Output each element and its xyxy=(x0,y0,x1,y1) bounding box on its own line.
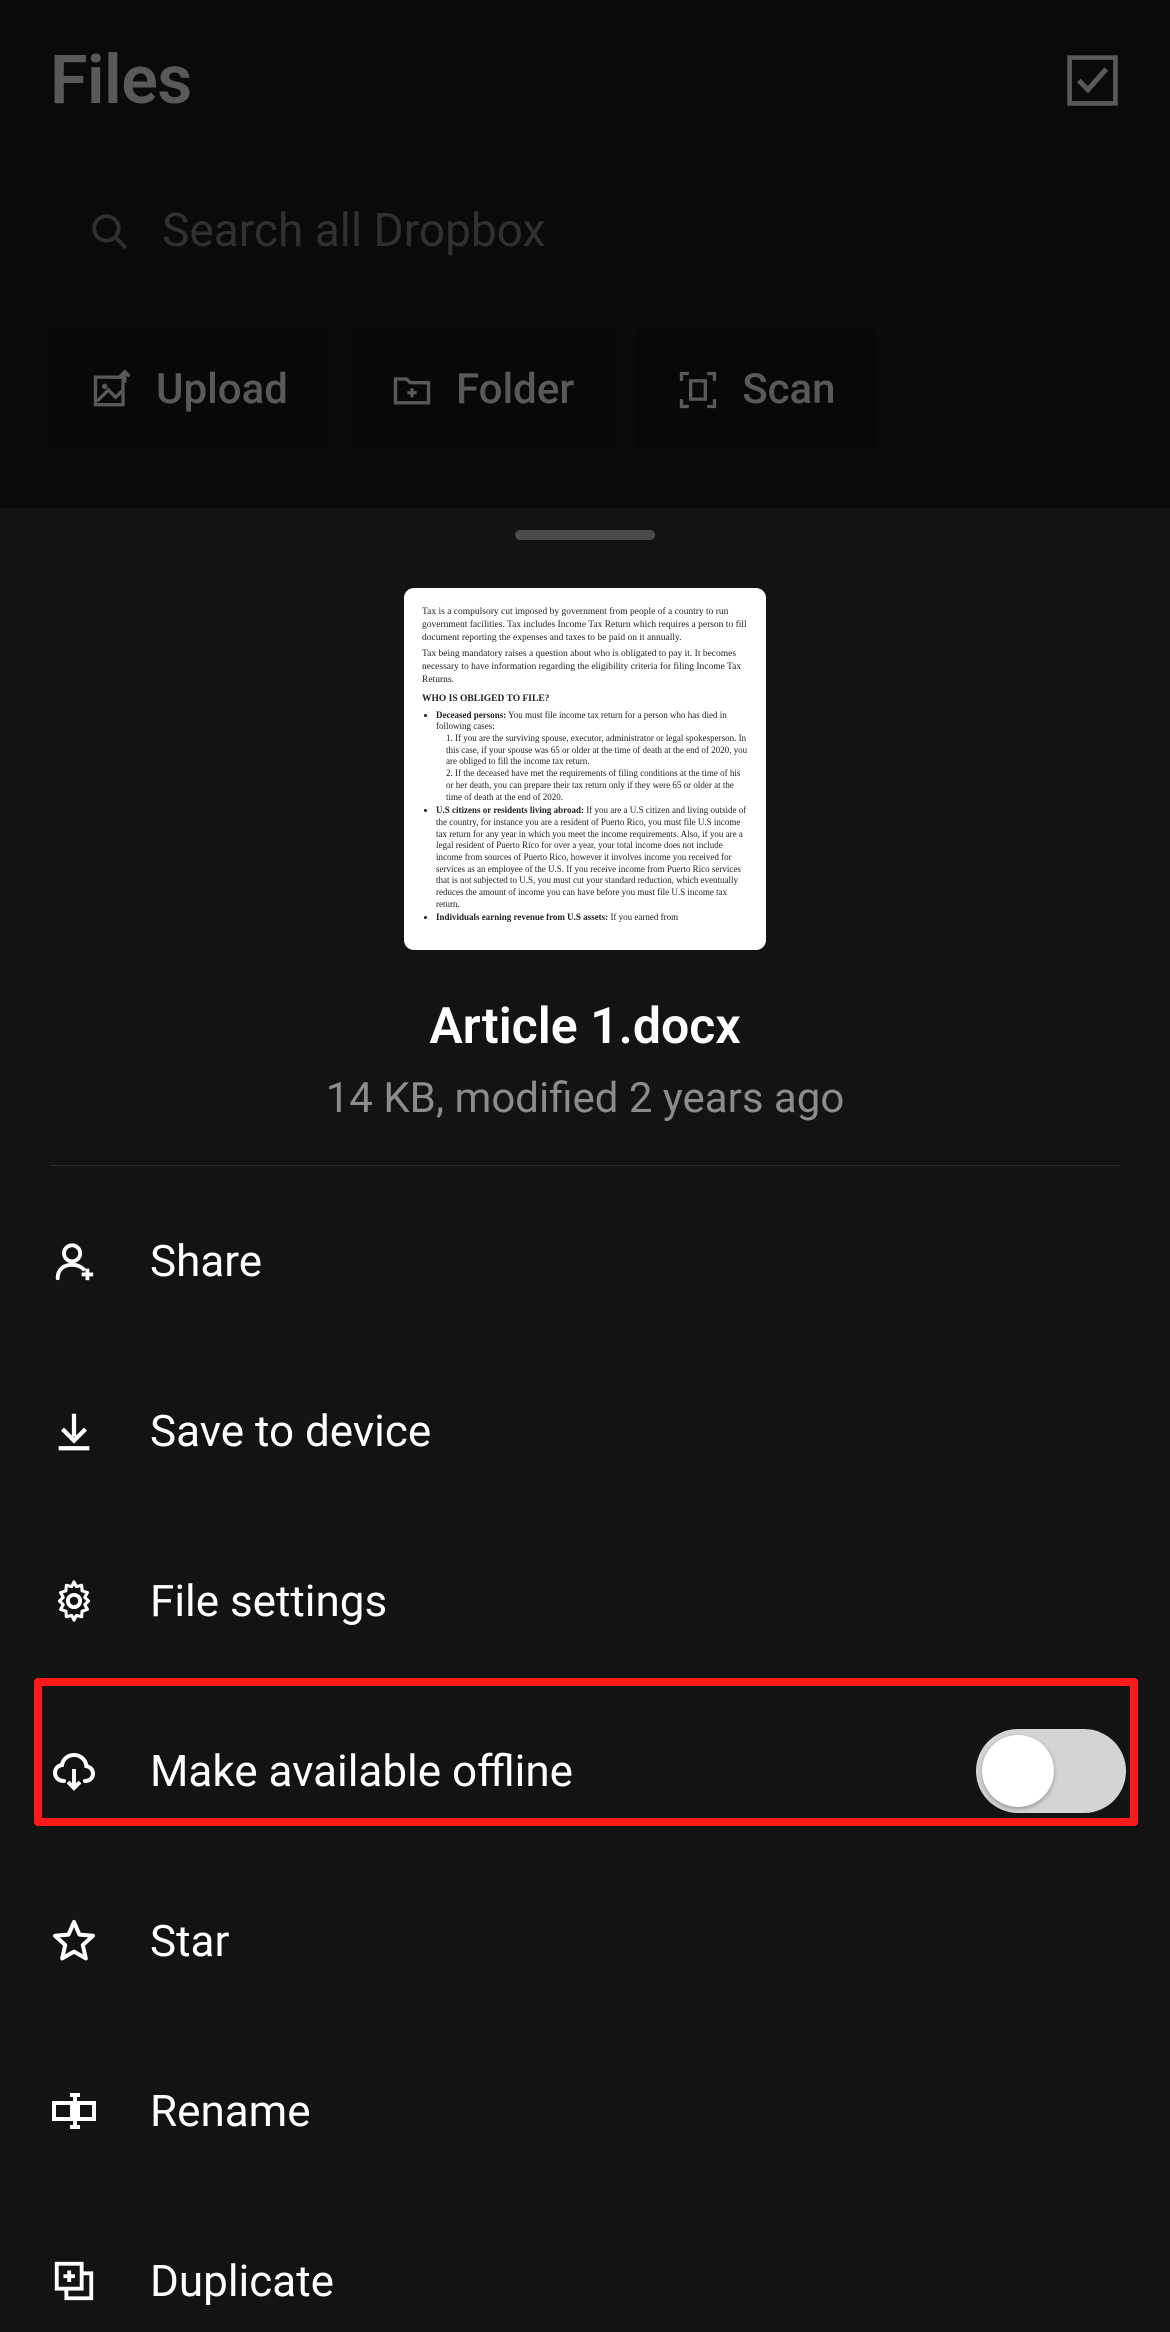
upload-label: Upload xyxy=(156,365,288,414)
download-icon xyxy=(51,1408,97,1454)
star-label: Star xyxy=(150,1915,229,1967)
search-placeholder: Search all Dropbox xyxy=(162,204,545,258)
file-settings-label: File settings xyxy=(150,1575,387,1627)
upload-image-icon xyxy=(90,368,134,412)
divider xyxy=(50,1165,1120,1166)
offline-label: Make available offline xyxy=(150,1745,573,1797)
save-to-device-row[interactable]: Save to device xyxy=(0,1346,1170,1516)
star-icon xyxy=(50,1917,98,1965)
star-row[interactable]: Star xyxy=(0,1856,1170,2026)
duplicate-row[interactable]: Duplicate xyxy=(0,2196,1170,2332)
share-row[interactable]: Share xyxy=(0,1176,1170,1346)
file-action-sheet: Tax is a compulsory cut imposed by gover… xyxy=(0,508,1170,2332)
toggle-knob xyxy=(982,1735,1054,1807)
save-to-device-label: Save to device xyxy=(150,1405,431,1457)
search-input[interactable]: Search all Dropbox xyxy=(50,175,1120,287)
file-settings-row[interactable]: File settings xyxy=(0,1516,1170,1686)
scan-icon xyxy=(676,368,720,412)
select-mode-button[interactable] xyxy=(1065,53,1120,108)
rename-icon xyxy=(50,2087,98,2135)
page-title: Files xyxy=(50,40,192,120)
duplicate-label: Duplicate xyxy=(150,2255,334,2307)
sheet-grabber[interactable] xyxy=(515,530,655,540)
scan-label: Scan xyxy=(742,365,835,414)
file-meta: 14 KB, modified 2 years ago xyxy=(326,1074,845,1123)
folder-add-icon xyxy=(390,368,434,412)
cloud-download-icon xyxy=(50,1747,98,1795)
file-name: Article 1.docx xyxy=(429,998,740,1056)
scan-button[interactable]: Scan xyxy=(636,329,875,450)
duplicate-icon xyxy=(51,2258,97,2304)
offline-row[interactable]: Make available offline xyxy=(0,1686,1170,1856)
file-thumbnail[interactable]: Tax is a compulsory cut imposed by gover… xyxy=(404,588,766,950)
share-label: Share xyxy=(150,1235,262,1287)
offline-toggle[interactable] xyxy=(976,1729,1126,1813)
search-icon xyxy=(88,210,130,252)
rename-label: Rename xyxy=(150,2085,311,2137)
folder-label: Folder xyxy=(456,365,574,414)
rename-row[interactable]: Rename xyxy=(0,2026,1170,2196)
gear-icon xyxy=(51,1578,97,1624)
share-person-icon xyxy=(51,1238,97,1284)
folder-button[interactable]: Folder xyxy=(350,329,614,450)
upload-button[interactable]: Upload xyxy=(50,329,328,450)
checkbox-icon xyxy=(1065,53,1120,108)
